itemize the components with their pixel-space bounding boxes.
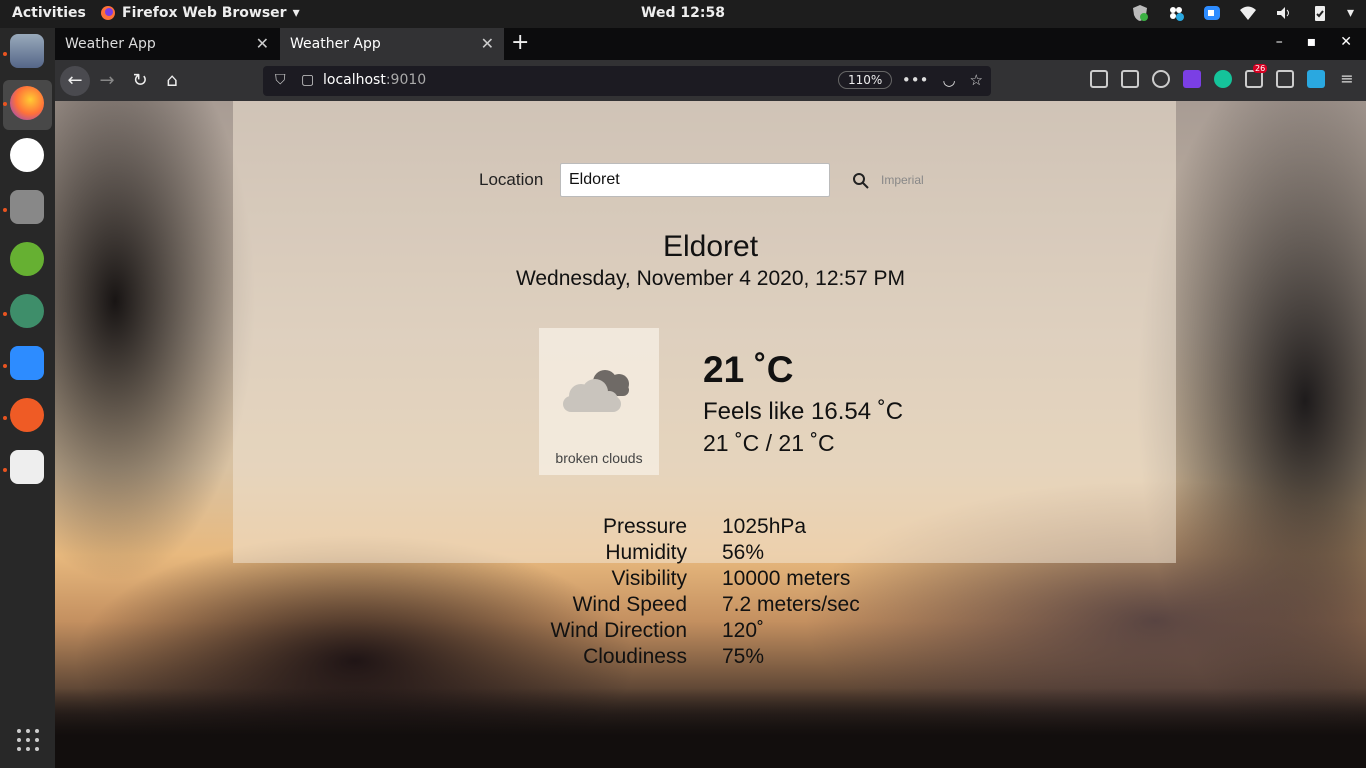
detail-row-pressure: Pressure 1025hPa [55, 515, 1366, 541]
tab-weather-app-1[interactable]: Weather App ✕ [55, 28, 279, 60]
page-viewport: Location Imperial Eldoret Wednesday, Nov… [55, 101, 1366, 768]
settings-dock-icon[interactable] [10, 190, 44, 224]
toolbar-extensions: 26 ≡ [1090, 64, 1356, 88]
detail-row-wind-direction: Wind Direction 120˚ [55, 619, 1366, 645]
url-port: :9010 [385, 72, 427, 88]
home-icon[interactable]: ⌂ [157, 66, 187, 96]
min-max-temperature: 21 ˚C / 21 ˚C [703, 430, 835, 456]
detail-label: Visibility [611, 567, 687, 590]
page-info-icon[interactable]: ▢ [301, 72, 314, 88]
running-indicator [3, 468, 7, 472]
url-text: localhost:9010 [323, 72, 426, 88]
notification-badge: 26 [1253, 64, 1268, 73]
detail-value: 1025hPa [722, 515, 807, 538]
ubuntu-dock [0, 28, 55, 768]
url-bar-actions: ••• ◡ ☆ [902, 71, 983, 89]
tab-label: Weather App [290, 36, 381, 52]
rss-icon[interactable]: 26 [1245, 64, 1268, 88]
zoom-dock-icon[interactable] [10, 346, 44, 380]
detail-row-visibility: Visibility 10000 meters [55, 567, 1366, 593]
forward-arrow-icon[interactable]: → [92, 66, 122, 96]
wifi-icon[interactable] [1239, 4, 1257, 22]
maximize-icon[interactable]: ▪ [1307, 34, 1317, 50]
tab-label: Weather App [65, 36, 156, 52]
detail-value: 10000 meters [722, 567, 851, 590]
zoom-level-badge[interactable]: 110% [838, 71, 893, 89]
condition-description: broken clouds [555, 450, 643, 466]
gnome-top-bar: Activities Firefox Web Browser ▾ Wed 12:… [0, 0, 1366, 28]
tab-weather-app-2[interactable]: Weather App ✕ [280, 28, 504, 60]
grammarly-icon[interactable] [1214, 70, 1232, 88]
new-tab-plus-icon[interactable]: + [511, 30, 529, 55]
detail-label: Humidity [605, 541, 687, 564]
bookmark-star-icon[interactable]: ☆ [970, 71, 983, 89]
minimize-icon[interactable]: – [1276, 34, 1283, 50]
files-icon[interactable] [10, 34, 44, 68]
running-indicator [3, 102, 7, 106]
running-indicator [3, 312, 7, 316]
firefox-dock-icon[interactable] [10, 86, 44, 120]
weather-details-list: Pressure 1025hPa Humidity 56% Visibility 10… [55, 515, 1366, 671]
background-tree-silhouette [55, 688, 1366, 768]
atom-dock-icon[interactable] [10, 294, 44, 328]
sidebar-icon[interactable] [1121, 70, 1139, 88]
library-icon[interactable] [1090, 70, 1108, 88]
detail-label: Pressure [602, 515, 687, 538]
back-arrow-icon[interactable]: ← [60, 66, 90, 96]
running-indicator [3, 364, 7, 368]
close-window-icon[interactable]: ✕ [1340, 34, 1352, 50]
detail-value: 75% [722, 645, 765, 668]
detail-label: Cloudiness [583, 645, 687, 668]
account-icon[interactable] [1152, 70, 1170, 88]
current-temperature: 21 ˚C [703, 349, 794, 390]
url-bar[interactable]: ⛉ ▢ localhost:9010 110% ••• ◡ ☆ [263, 66, 991, 96]
detail-row-humidity: Humidity 56% [55, 541, 1366, 567]
page-actions-menu-icon[interactable]: ••• [902, 71, 929, 89]
window-controls: – ▪ ✕ [1276, 34, 1352, 50]
weather-condition-box: broken clouds [539, 328, 659, 475]
current-datetime: Wednesday, November 4 2020, 12:57 PM [515, 267, 906, 290]
detail-value: 56% [722, 541, 765, 564]
show-applications-icon[interactable] [16, 728, 40, 752]
text-editor-dock-icon[interactable] [10, 450, 44, 484]
browser-nav-bar: ← → ↻ ⌂ ⛉ ▢ localhost:9010 110% ••• ◡ ☆ … [55, 60, 1366, 101]
detail-row-cloudiness: Cloudiness 75% [55, 645, 1366, 671]
running-indicator [3, 416, 7, 420]
feels-like-temperature: Feels like 16.54 ˚C [703, 398, 904, 425]
search-icon[interactable] [852, 172, 870, 190]
system-tray: ▾ [1131, 4, 1354, 22]
reload-icon[interactable]: ↻ [125, 66, 155, 96]
location-label: Location [479, 170, 544, 189]
detail-row-wind-speed: Wind Speed 7.2 meters/sec [55, 593, 1366, 619]
slack-tray-icon[interactable] [1167, 4, 1185, 22]
running-indicator [3, 52, 7, 56]
close-tab-icon[interactable]: ✕ [481, 34, 494, 53]
system-menu-caret-icon[interactable]: ▾ [1347, 5, 1354, 21]
tracking-shield-icon[interactable]: ⛉ [275, 72, 286, 88]
detail-value: 120˚ [722, 619, 765, 642]
app-store-dock-icon[interactable] [10, 242, 44, 276]
slack-dock-icon[interactable] [10, 138, 44, 172]
detail-value: 7.2 meters/sec [722, 593, 860, 616]
broken-clouds-icon [563, 370, 629, 412]
detail-label: Wind Speed [572, 593, 687, 616]
browser-tab-bar: Weather App ✕ Weather App ✕ + – ▪ ✕ [55, 28, 1366, 60]
postman-dock-icon[interactable] [10, 398, 44, 432]
zoom-extension-icon[interactable] [1183, 70, 1201, 88]
battery-icon[interactable] [1311, 4, 1329, 22]
zoom-tray-icon[interactable] [1203, 4, 1221, 22]
location-input[interactable] [560, 163, 830, 197]
volume-icon[interactable] [1275, 4, 1293, 22]
close-tab-icon[interactable]: ✕ [256, 34, 269, 53]
hamburger-menu-icon[interactable]: ≡ [1338, 70, 1356, 88]
url-host: localhost [323, 72, 386, 88]
imperial-units-toggle[interactable]: Imperial [881, 173, 924, 187]
extension-icon-2[interactable] [1307, 70, 1325, 88]
shield-update-icon[interactable] [1131, 4, 1149, 22]
pocket-icon[interactable]: ◡ [942, 71, 955, 89]
detail-label: Wind Direction [550, 619, 687, 642]
running-indicator [3, 208, 7, 212]
extension-icon[interactable] [1276, 70, 1294, 88]
city-name: Eldoret [662, 230, 759, 263]
